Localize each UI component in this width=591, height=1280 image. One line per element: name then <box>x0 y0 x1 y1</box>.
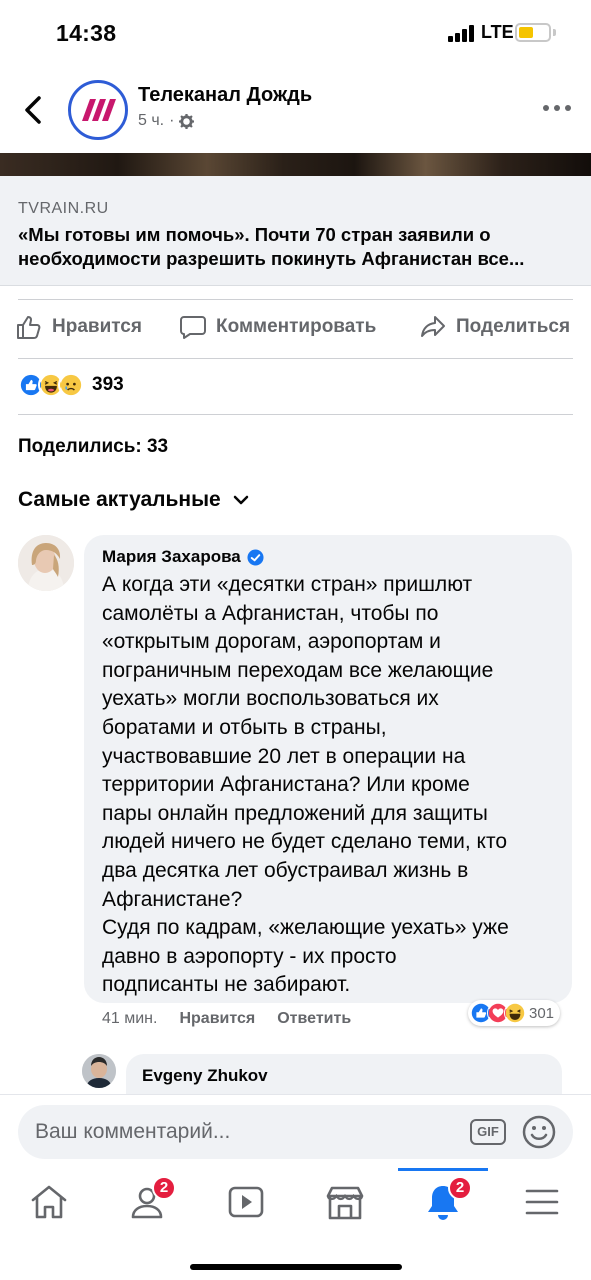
battery-icon <box>515 23 551 42</box>
reply-bubble[interactable]: Evgeny Zhukov <box>126 1054 562 1094</box>
post-image[interactable] <box>0 153 591 176</box>
shares-count[interactable]: Поделились: 33 <box>18 436 168 458</box>
comment-reaction-count: 301 <box>529 1004 555 1022</box>
post-actions: Нравится Комментировать Поделиться <box>0 300 591 358</box>
commenter-avatar[interactable] <box>18 535 74 591</box>
gear-icon <box>179 113 195 129</box>
reply-avatar[interactable] <box>82 1054 116 1088</box>
sort-label: Самые актуальные <box>18 488 221 511</box>
signal-icon <box>448 25 476 42</box>
comment-button[interactable]: Комментировать <box>180 314 376 340</box>
chevron-down-icon <box>233 495 248 505</box>
page-avatar[interactable] <box>68 80 128 140</box>
notifications-badge: 2 <box>448 1176 472 1200</box>
thumbs-up-icon <box>17 316 41 339</box>
like-button[interactable]: Нравится <box>16 314 142 340</box>
share-button[interactable]: Поделиться <box>420 314 570 340</box>
menu-icon[interactable] <box>512 1180 572 1224</box>
network-label: LTE <box>481 22 514 42</box>
home-icon[interactable] <box>19 1180 79 1224</box>
active-tab-indicator <box>398 1168 488 1171</box>
reactions-summary[interactable]: 393 <box>18 372 124 398</box>
verified-badge-icon <box>247 548 264 566</box>
reactions-count: 393 <box>92 374 124 395</box>
link-preview[interactable]: TVRAIN.RU «Мы готовы им помочь». Почти 7… <box>0 176 591 286</box>
link-title: «Мы готовы им помочь». Почти 70 стран за… <box>18 224 525 269</box>
post-meta: 5 ч. · <box>138 112 195 130</box>
share-label: Поделиться <box>456 316 571 337</box>
comment-time: 41 мин. <box>102 1010 158 1027</box>
comment-icon <box>180 316 206 339</box>
comment-author[interactable]: Мария Захарова <box>102 547 264 567</box>
comment-composer: GIF <box>0 1094 591 1168</box>
link-domain: TVRAIN.RU <box>18 200 109 217</box>
emoji-icon[interactable] <box>522 1115 556 1149</box>
status-bar: 14:38 LTE <box>0 0 591 70</box>
gif-button[interactable]: GIF <box>470 1119 506 1145</box>
home-indicator[interactable] <box>190 1264 402 1270</box>
haha-icon <box>504 1002 526 1024</box>
comment-meta: 41 мин. Нравится Ответить <box>102 1010 351 1028</box>
comment-text: А когда эти «десятки стран» пришлют само… <box>102 573 509 997</box>
reply-author[interactable]: Evgeny Zhukov <box>142 1066 268 1086</box>
comment-like-button[interactable]: Нравится <box>179 1010 255 1028</box>
dozhd-logo-icon <box>82 99 116 121</box>
comment-label: Комментировать <box>216 316 377 337</box>
comments-sort-dropdown[interactable]: Самые актуальные <box>18 488 249 512</box>
watch-icon[interactable] <box>216 1180 276 1224</box>
post-age: 5 ч. <box>138 112 165 129</box>
page-name[interactable]: Телеканал Дождь <box>138 84 312 107</box>
post-header: Телеканал Дождь 5 ч. · <box>0 78 591 148</box>
like-label: Нравится <box>52 316 142 337</box>
marketplace-icon[interactable] <box>315 1180 375 1224</box>
share-icon <box>421 316 445 337</box>
comment-bubble[interactable]: Мария Захарова А когда эти «десятки стра… <box>84 535 572 1003</box>
back-icon[interactable] <box>20 94 48 126</box>
status-time: 14:38 <box>56 20 117 46</box>
comment-reply-button[interactable]: Ответить <box>277 1010 351 1028</box>
more-options-icon[interactable] <box>542 104 572 112</box>
comment-reactions[interactable]: 301 <box>468 1000 561 1026</box>
sad-icon <box>58 372 84 398</box>
friends-badge: 2 <box>152 1176 176 1200</box>
